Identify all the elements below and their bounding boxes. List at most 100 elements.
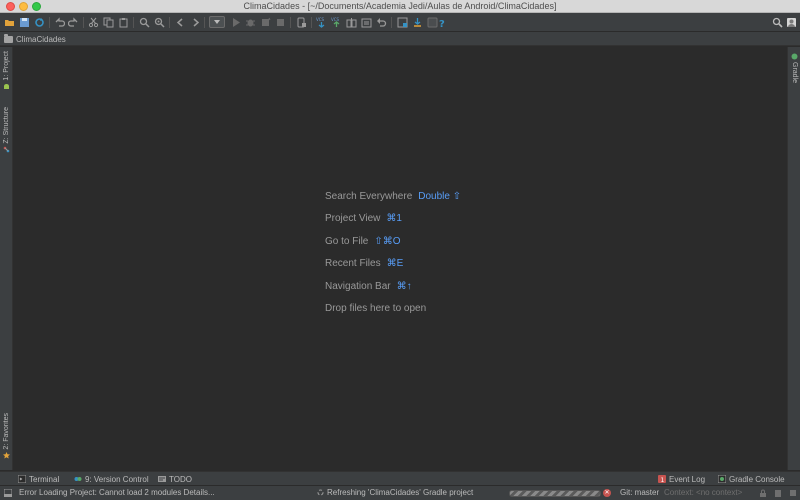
left-tool-strip: 1: Project Z: Structure 2: Favorites [0, 47, 13, 470]
undo-icon[interactable] [53, 16, 66, 29]
breadcrumb-project[interactable]: ClimaCidades [16, 35, 66, 44]
hint-project-view: Project View ⌘1 [325, 208, 461, 231]
forward-icon[interactable] [189, 16, 202, 29]
status-message[interactable]: Error Loading Project: Cannot load 2 mod… [19, 488, 215, 497]
task-context[interactable]: Context: <no context> [664, 488, 742, 497]
tool-windows-toggle-icon[interactable] [4, 489, 12, 497]
replace-icon[interactable] [153, 16, 166, 29]
run-icon[interactable] [229, 16, 242, 29]
sdk-manager-icon[interactable] [411, 16, 424, 29]
notifications-icon[interactable] [789, 489, 797, 497]
gradle-icon [791, 53, 798, 60]
navigation-bar: ClimaCidades [0, 32, 800, 46]
hint-shortcut: ⌘↑ [396, 280, 412, 292]
editor-hints: Search Everywhere Double ⇧ Project View … [325, 185, 461, 320]
progress-bar [509, 490, 601, 497]
background-task[interactable]: Refreshing 'ClimaCidades' Gradle project [317, 488, 473, 497]
tab-favorites[interactable]: 2: Favorites [0, 413, 13, 459]
tab-terminal-label[interactable]: Terminal [29, 475, 59, 484]
toolbar-separator [311, 17, 312, 28]
project-structure-icon[interactable] [396, 16, 409, 29]
vcs-commit-icon[interactable]: VCS [330, 16, 343, 29]
todo-icon [158, 476, 166, 482]
hint-shortcut: ⇧⌘O [374, 235, 401, 247]
right-tool-strip: Gradle [787, 47, 800, 470]
help-icon[interactable]: ? [436, 16, 449, 29]
attach-debugger-icon[interactable] [259, 16, 272, 29]
hint-label: Search Everywhere [325, 190, 413, 202]
spinner-icon [317, 489, 324, 496]
toolbar-separator [204, 17, 205, 28]
tab-project-label[interactable]: 1: Project [3, 51, 10, 81]
search-everywhere-icon[interactable] [771, 16, 784, 29]
hint-drop-files: Drop files here to open [325, 298, 461, 321]
toolbar-separator [133, 17, 134, 28]
tab-favorites-label[interactable]: 2: Favorites [3, 413, 10, 450]
svg-text:VCS: VCS [316, 17, 325, 22]
hint-search-everywhere: Search Everywhere Double ⇧ [325, 185, 461, 208]
toolbar-separator [290, 17, 291, 28]
svg-text:?: ? [439, 19, 445, 28]
status-bar: Error Loading Project: Cannot load 2 mod… [0, 485, 800, 500]
android-icon [4, 83, 9, 89]
editor-area[interactable]: Search Everywhere Double ⇧ Project View … [13, 47, 787, 470]
run-config-dropdown[interactable] [209, 16, 225, 28]
toolbar-separator [391, 17, 392, 28]
open-folder-icon[interactable] [3, 16, 16, 29]
tab-todo[interactable]: TODO [158, 473, 192, 485]
hint-navigation-bar: Navigation Bar ⌘↑ [325, 275, 461, 298]
cancel-task-icon[interactable]: ✕ [603, 489, 611, 497]
lock-icon[interactable] [759, 489, 767, 497]
version-control-icon [74, 477, 82, 481]
window-title: ClimaCidades - [~/Documents/Academia Jed… [243, 1, 557, 11]
user-avatar-icon[interactable] [785, 16, 798, 29]
event-log-icon: 1 [658, 475, 666, 483]
git-branch[interactable]: Git: master [620, 488, 659, 497]
tab-terminal[interactable]: Terminal [18, 473, 59, 485]
copy-icon[interactable] [102, 16, 115, 29]
tab-event-log-label[interactable]: Event Log [669, 475, 705, 484]
tab-gradle-console[interactable]: Gradle Console [718, 473, 785, 485]
stop-icon[interactable] [274, 16, 287, 29]
paste-icon[interactable] [117, 16, 130, 29]
tab-version-control[interactable]: 9: Version Control [74, 473, 149, 485]
vcs-revert-icon[interactable] [375, 16, 388, 29]
save-all-icon[interactable] [18, 16, 31, 29]
hint-label: Go to File [325, 235, 369, 247]
sync-icon[interactable] [33, 16, 46, 29]
tab-gradle-console-label[interactable]: Gradle Console [729, 475, 785, 484]
redo-icon[interactable] [67, 16, 80, 29]
tab-gradle[interactable]: Gradle [788, 51, 800, 83]
hint-recent-files: Recent Files ⌘E [325, 253, 461, 276]
tab-gradle-label[interactable]: Gradle [791, 62, 798, 83]
toolbar-separator [83, 17, 84, 28]
cut-icon[interactable] [87, 16, 100, 29]
terminal-icon [18, 475, 26, 483]
back-icon[interactable] [174, 16, 187, 29]
hint-shortcut: ⌘E [386, 258, 404, 270]
chevron-down-icon [214, 20, 220, 24]
hint-label: Project View [325, 213, 381, 225]
hint-shortcut: ⌘1 [386, 213, 402, 225]
toolbar-separator [49, 17, 50, 28]
debug-icon[interactable] [244, 16, 257, 29]
vcs-compare-icon[interactable] [345, 16, 358, 29]
memory-indicator-icon[interactable] [774, 489, 782, 497]
star-icon [3, 451, 10, 459]
svg-text:VCS: VCS [331, 17, 340, 22]
gradle-console-icon [718, 475, 726, 483]
vcs-history-icon[interactable] [360, 16, 373, 29]
breadcrumb[interactable]: ClimaCidades [4, 33, 66, 45]
tab-structure-label[interactable]: Z: Structure [3, 107, 10, 144]
tab-project[interactable]: 1: Project [0, 51, 13, 90]
hint-label: Navigation Bar [325, 280, 391, 292]
find-icon[interactable] [138, 16, 151, 29]
background-task-label: Refreshing 'ClimaCidades' Gradle project [327, 488, 474, 497]
tab-structure[interactable]: Z: Structure [0, 107, 13, 153]
tab-version-control-label[interactable]: 9: Version Control [85, 475, 149, 484]
tab-todo-label[interactable]: TODO [169, 475, 192, 484]
tab-event-log[interactable]: 1 Event Log [658, 473, 705, 485]
hint-label: Drop files here to open [325, 303, 427, 315]
vcs-update-icon[interactable]: VCS [315, 16, 328, 29]
avd-manager-icon[interactable] [295, 16, 308, 29]
